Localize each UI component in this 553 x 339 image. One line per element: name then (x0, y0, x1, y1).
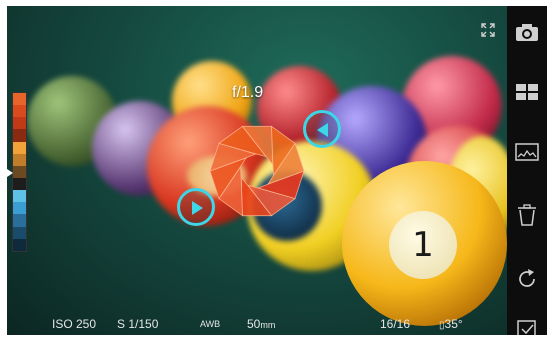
shutter-value: S 1/150 (117, 317, 159, 331)
exposure-scale-segment (13, 177, 26, 191)
aperture-right-button[interactable] (177, 188, 215, 226)
aperture-left-button[interactable] (303, 110, 341, 148)
exposure-scale-segment (13, 153, 26, 166)
frame-count: 16/16 (380, 317, 411, 331)
ball-number: 1 (412, 225, 434, 265)
rotate-button[interactable] (507, 258, 547, 298)
exposure-scale (12, 92, 27, 252)
exposure-scale-segment (13, 238, 26, 251)
delete-button[interactable] (507, 194, 547, 234)
right-toolbar (507, 6, 547, 335)
camera-button[interactable] (507, 12, 547, 52)
aperture-value: f/1.9 (232, 84, 264, 101)
exposure-scale-segment (13, 93, 26, 106)
exposure-scale-segment (13, 141, 26, 154)
exposure-pointer-icon (7, 169, 13, 177)
exposure-scale-segment (13, 165, 26, 178)
exposure-scale-segment (13, 190, 26, 203)
grid-button[interactable] (507, 72, 547, 112)
rotate-icon (519, 269, 535, 287)
histogram-icon (515, 143, 539, 161)
aperture-icon[interactable] (207, 121, 307, 221)
grid-icon (516, 84, 538, 100)
exposure-scale-segment (13, 129, 26, 142)
iso-value: ISO 250 (52, 317, 97, 331)
exposure-scale-segment (13, 105, 26, 118)
exposure-scale-segment (13, 214, 26, 227)
triangle-right-icon (192, 201, 203, 215)
focal-length-unit: mm (260, 320, 276, 330)
exposure-scale-segment (13, 117, 26, 130)
camera-screen: 1 f/1.9 ISO 250 S 1/150 AWB 50mm 16/16 ▯… (7, 6, 547, 335)
focal-length: 50mm (247, 317, 275, 331)
select-button[interactable] (507, 312, 547, 335)
camera-icon (516, 24, 538, 41)
exposure-scale-segment (13, 226, 26, 239)
temperature-value: 35° (444, 317, 463, 331)
status-bar: ISO 250 S 1/150 AWB 50mm 16/16 ▯35° (7, 312, 507, 335)
histogram-button[interactable] (507, 132, 547, 172)
trash-icon (518, 204, 536, 226)
white-balance-value: AWB (200, 319, 221, 329)
checkbox-icon (517, 320, 536, 335)
triangle-left-icon (317, 123, 328, 137)
fullscreen-icon[interactable] (481, 23, 495, 37)
focal-length-value: 50 (247, 317, 261, 331)
temperature: ▯35° (439, 317, 463, 331)
exposure-scale-segment (13, 202, 26, 215)
